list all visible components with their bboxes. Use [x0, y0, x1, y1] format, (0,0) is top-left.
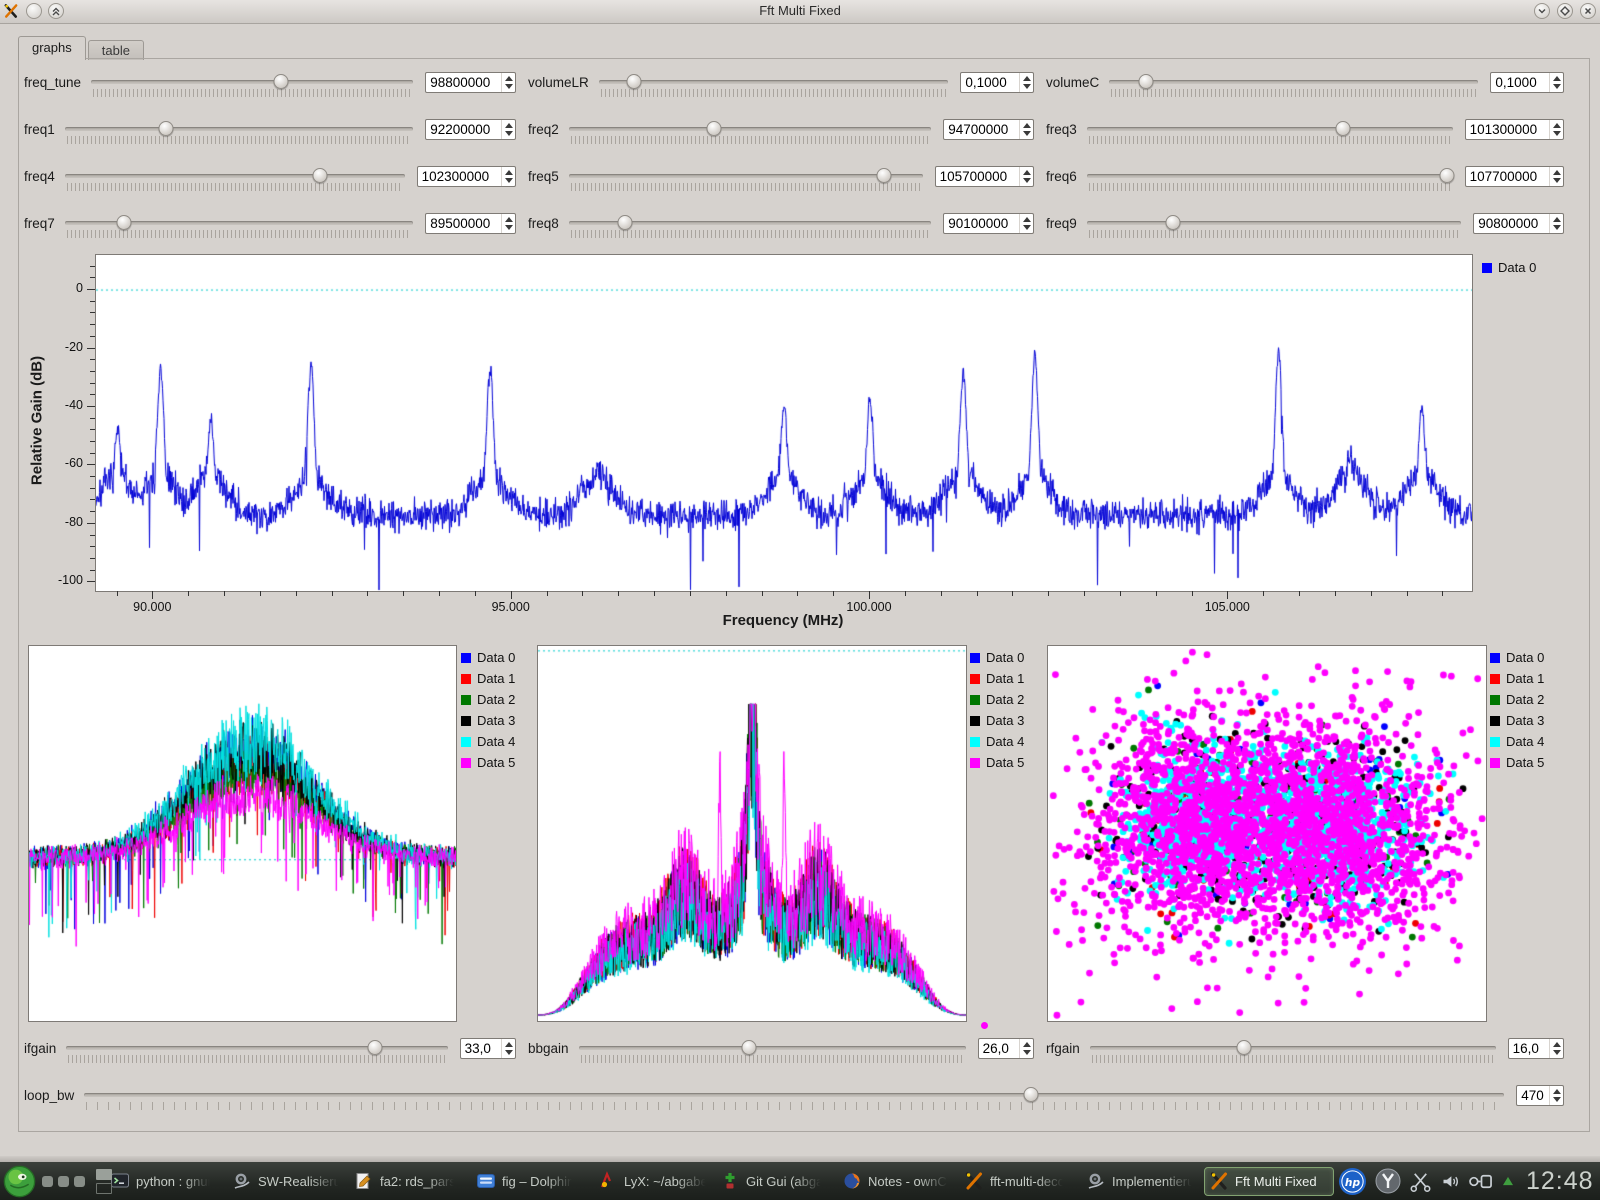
- volume-icon[interactable]: [1440, 1171, 1461, 1192]
- task-button-label: Implementieru: [1112, 1174, 1194, 1189]
- gnuradio-icon: [1209, 1171, 1229, 1191]
- lyx-icon: [598, 1171, 618, 1191]
- minimize-button[interactable]: [1534, 3, 1550, 19]
- system-tray: hp 12:48: [1338, 1167, 1600, 1196]
- task-button-fft-multi-deco[interactable]: fft-multi-deco: [960, 1167, 1078, 1196]
- task-button-implementieru[interactable]: Implementieru: [1082, 1167, 1200, 1196]
- task-button-label: fft-multi-deco: [990, 1174, 1065, 1189]
- task-button-fig-dolphin[interactable]: fig – Dolphin: [472, 1167, 590, 1196]
- hp-logo-icon[interactable]: hp: [1338, 1167, 1367, 1196]
- task-button-label: python : gnur: [136, 1174, 212, 1189]
- task-button-label: SW-Realisieru: [258, 1174, 341, 1189]
- task-button-fft-multi-fixed[interactable]: Fft Multi Fixed: [1204, 1167, 1334, 1196]
- y-activities-icon[interactable]: [1375, 1168, 1401, 1194]
- tab-table[interactable]: table: [88, 40, 144, 60]
- tab-pane-frame: [18, 58, 1590, 1132]
- tray-icon-group: hp: [1338, 1167, 1522, 1196]
- task-button-label: fa2: rds_pars: [380, 1174, 456, 1189]
- battery-icon[interactable]: [1469, 1171, 1494, 1192]
- task-button-label: LyX: ~/abgabe: [624, 1174, 708, 1189]
- window-titlebar: Fft Multi Fixed: [0, 0, 1600, 24]
- pager-dots[interactable]: [42, 1176, 90, 1187]
- launcher-opensuse-icon[interactable]: [3, 1165, 36, 1198]
- maximize-button[interactable]: [1557, 3, 1573, 19]
- terminal-icon: [110, 1171, 130, 1191]
- close-button[interactable]: [1580, 3, 1596, 19]
- task-button-label: Fft Multi Fixed: [1235, 1174, 1317, 1189]
- clock[interactable]: 12:48: [1526, 1167, 1594, 1196]
- git-icon: [720, 1171, 740, 1191]
- task-button-label: Git Gui (abga: [746, 1174, 823, 1189]
- desktop: Fft Multi Fixed graphstable freq_tune988…: [0, 0, 1600, 1200]
- taskbar: python : gnur SW-Realisieru fa2: rds_pars f…: [0, 1162, 1600, 1200]
- tab-graphs[interactable]: graphs: [18, 36, 86, 60]
- task-button-label: fig – Dolphin: [502, 1174, 574, 1189]
- task-button-lyx-abgabe[interactable]: LyX: ~/abgabe: [594, 1167, 712, 1196]
- tab-bar: graphstable: [18, 36, 146, 58]
- firefox-icon: [842, 1171, 862, 1191]
- task-button-notes-owncl[interactable]: Notes - ownCl: [838, 1167, 956, 1196]
- task-button-list: python : gnur SW-Realisieru fa2: rds_pars f…: [106, 1167, 1338, 1196]
- svg-text:hp: hp: [1345, 1175, 1361, 1188]
- task-button-label: Notes - ownCl: [868, 1174, 950, 1189]
- gnuradio-icon: [964, 1171, 984, 1191]
- window-title: Fft Multi Fixed: [0, 3, 1600, 18]
- updates-arrow-icon[interactable]: [1502, 1176, 1514, 1186]
- dolphin-icon: [476, 1171, 496, 1191]
- editor-icon: [354, 1171, 374, 1191]
- scissors-klipper-icon[interactable]: [1409, 1170, 1432, 1193]
- task-button-sw-realisieru[interactable]: SW-Realisieru: [228, 1167, 346, 1196]
- gear-icon: [1086, 1171, 1106, 1191]
- task-button-fa2-rds-pars[interactable]: fa2: rds_pars: [350, 1167, 468, 1196]
- task-button-python-gnur[interactable]: python : gnur: [106, 1167, 224, 1196]
- gear-icon: [232, 1171, 252, 1191]
- task-button-git-gui-abga[interactable]: Git Gui (abga: [716, 1167, 834, 1196]
